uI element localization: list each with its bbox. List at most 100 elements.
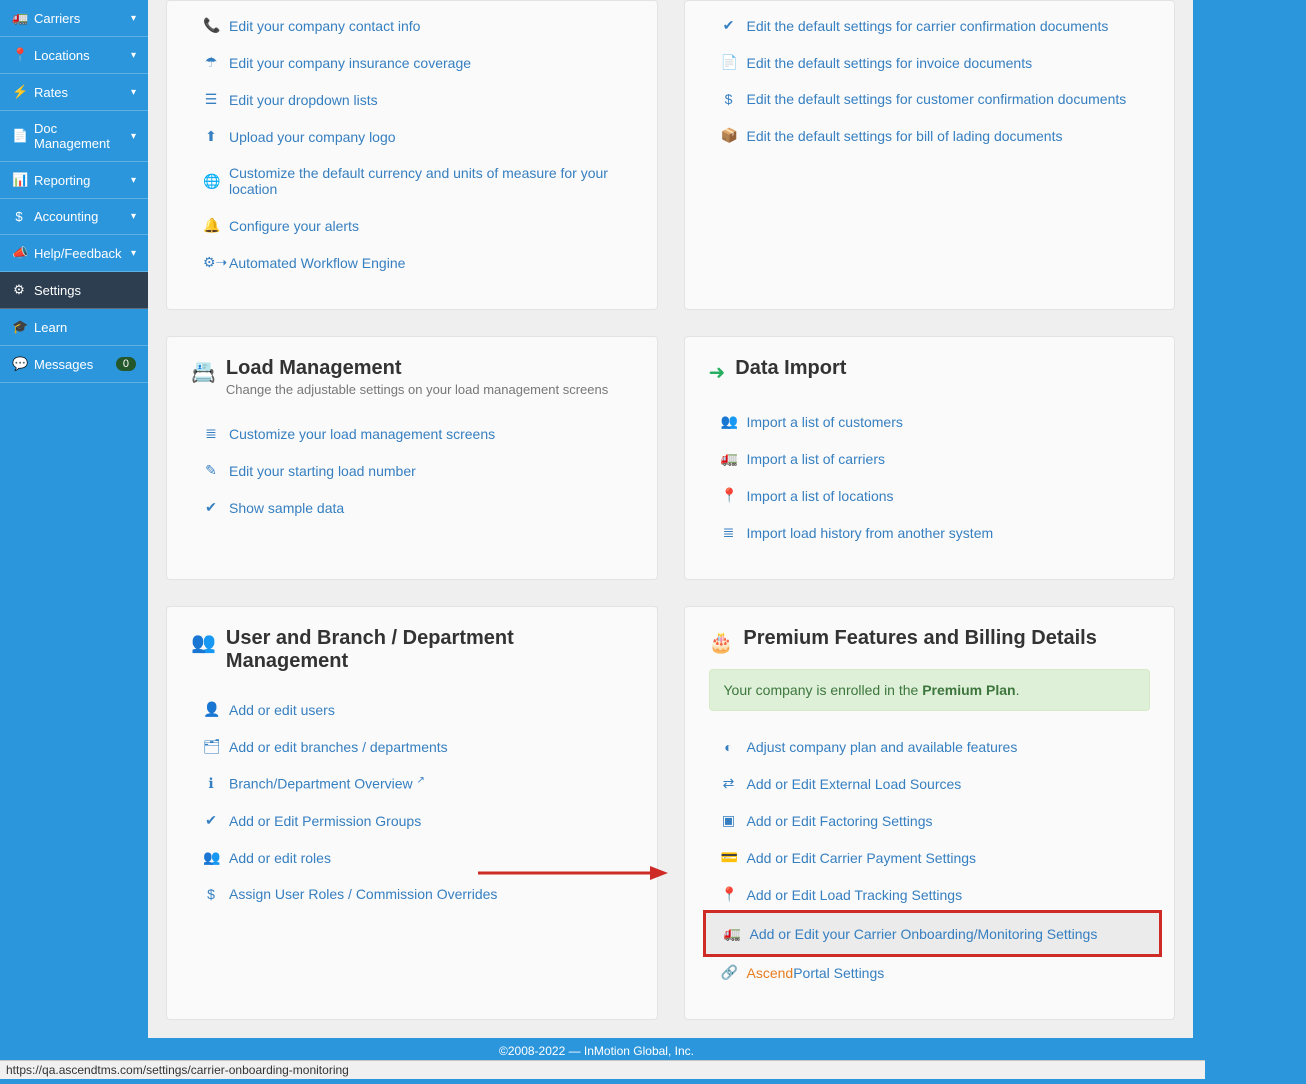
- link-add-edit-branches[interactable]: 🗂Add or edit branches / departments: [203, 728, 633, 765]
- statusbar-url: https://qa.ascendtms.com/settings/carrie…: [0, 1060, 1205, 1079]
- pin-icon: 📍: [721, 886, 737, 903]
- import-icon: ➜: [709, 360, 726, 385]
- sidebar-label: Accounting: [34, 209, 98, 224]
- list-icon: ☰: [203, 91, 219, 108]
- graduation-icon: 🎓: [12, 319, 26, 335]
- caret-down-icon: ▾: [131, 175, 136, 186]
- link-dropdown-lists[interactable]: ☰Edit your dropdown lists: [203, 81, 633, 118]
- caret-down-icon: ▾: [131, 248, 136, 259]
- caret-down-icon: ▾: [131, 13, 136, 24]
- sidebar-label: Help/Feedback: [34, 246, 121, 261]
- sidebar-item-accounting[interactable]: $ Accounting ▾: [0, 199, 148, 235]
- link-add-edit-roles[interactable]: 👥Add or edit roles: [203, 839, 633, 876]
- globe-icon: 🌐: [203, 173, 219, 190]
- sidebar: 🚛 Carriers ▾ 📍 Locations ▾ ⚡Rates ▾ 📄 Doc M…: [0, 0, 148, 1038]
- list-icon: ≣: [721, 524, 737, 541]
- panel-title: User and Branch / Department Management: [226, 627, 633, 673]
- card-icon: 📇: [191, 360, 216, 385]
- link-factoring-settings[interactable]: ▣Add or Edit Factoring Settings: [721, 802, 1151, 839]
- umbrella-icon: ☂: [203, 54, 219, 71]
- sidebar-item-learn[interactable]: 🎓Learn: [0, 309, 148, 346]
- panel-title: Load Management: [226, 357, 608, 380]
- link-external-load-sources[interactable]: ⇄Add or Edit External Load Sources: [721, 765, 1151, 802]
- panel-company: 📞Edit your company contact info ☂Edit yo…: [166, 0, 658, 310]
- link-import-carriers[interactable]: 🚛Import a list of carriers: [721, 440, 1151, 477]
- sidebar-item-settings[interactable]: ⚙Settings: [0, 272, 148, 309]
- link-workflow-engine[interactable]: ⚙➝Automated Workflow Engine: [203, 244, 633, 281]
- sidebar-item-carriers[interactable]: 🚛 Carriers ▾: [0, 0, 148, 37]
- link-load-tracking-settings[interactable]: 📍Add or Edit Load Tracking Settings: [721, 876, 1151, 913]
- doc-icon: 📄: [12, 128, 26, 144]
- caret-down-icon: ▾: [131, 131, 136, 142]
- exchange-icon: ⇄: [721, 775, 737, 792]
- link-permission-groups[interactable]: ✔Add or Edit Permission Groups: [203, 802, 633, 839]
- link-company-contact[interactable]: 📞Edit your company contact info: [203, 7, 633, 44]
- link-show-sample-data[interactable]: ✔Show sample data: [203, 489, 633, 526]
- link-company-insurance[interactable]: ☂Edit your company insurance coverage: [203, 44, 633, 81]
- users-icon: 👥: [191, 630, 216, 655]
- sidebar-label: Settings: [34, 283, 81, 298]
- link-starting-load-number[interactable]: ✎Edit your starting load number: [203, 452, 633, 489]
- link-customize-load-screens[interactable]: ≣Customize your load management screens: [203, 415, 633, 452]
- link-branch-overview[interactable]: ℹBranch/Department Overview ↗: [203, 765, 633, 802]
- panel-title: Premium Features and Billing Details: [743, 627, 1096, 650]
- link-add-edit-users[interactable]: 👤Add or edit users: [203, 691, 633, 728]
- link-import-load-history[interactable]: ≣Import load history from another system: [721, 514, 1151, 551]
- columns-icon: ≣: [203, 425, 219, 442]
- link-import-customers[interactable]: 👥Import a list of customers: [721, 403, 1151, 440]
- sidebar-label: Carriers: [34, 11, 80, 26]
- sidebar-item-doc-management[interactable]: 📄 Doc Management ▾: [0, 111, 148, 162]
- bell-icon: 🔔: [203, 217, 219, 234]
- link-bol-docs[interactable]: 📦Edit the default settings for bill of l…: [721, 117, 1151, 154]
- doc-icon: 📄: [721, 54, 737, 71]
- truck-icon: 🚛: [724, 925, 740, 942]
- sidebar-label: Locations: [34, 48, 90, 63]
- link-upload-logo[interactable]: ⬆Upload your company logo: [203, 118, 633, 155]
- link-carrier-onboarding-monitoring[interactable]: 🚛Add or Edit your Carrier Onboarding/Mon…: [703, 910, 1163, 957]
- megaphone-icon: 📣: [12, 245, 26, 261]
- check-circle-icon: ✔: [203, 499, 219, 516]
- panel-premium: 🎂 Premium Features and Billing Details Y…: [684, 606, 1176, 1020]
- link-import-locations[interactable]: 📍Import a list of locations: [721, 477, 1151, 514]
- link-adjust-plan[interactable]: ◐Adjust company plan and available featu…: [721, 729, 1151, 765]
- caret-down-icon: ▾: [131, 50, 136, 61]
- dollar-icon: $: [12, 209, 26, 224]
- check-icon: ✔: [721, 17, 737, 34]
- users-icon: 👥: [721, 413, 737, 430]
- panel-docs: ✔Edit the default settings for carrier c…: [684, 0, 1176, 310]
- sitemap-icon: 🗂: [203, 738, 219, 755]
- check-square-icon: ✔: [203, 812, 219, 829]
- link-carrier-payment-settings[interactable]: 💳Add or Edit Carrier Payment Settings: [721, 839, 1151, 876]
- sidebar-item-help-feedback[interactable]: 📣 Help/Feedback ▾: [0, 235, 148, 272]
- toggle-icon: ◐: [721, 739, 737, 755]
- link-assign-roles-commission[interactable]: $Assign User Roles / Commission Override…: [203, 876, 633, 912]
- chart-icon: 📊: [12, 172, 26, 188]
- sidebar-item-messages[interactable]: 💬Messages 0: [0, 346, 148, 383]
- panel-user-branch: 👥 User and Branch / Department Managemen…: [166, 606, 658, 1020]
- sidebar-item-locations[interactable]: 📍 Locations ▾: [0, 37, 148, 74]
- link-currency-units[interactable]: 🌐Customize the default currency and unit…: [203, 155, 633, 207]
- link-carrier-confirmation-docs[interactable]: ✔Edit the default settings for carrier c…: [721, 7, 1151, 44]
- link-customer-confirmation-docs[interactable]: $Edit the default settings for customer …: [721, 81, 1151, 117]
- sidebar-label: Messages: [34, 357, 93, 372]
- panel-title: Data Import: [735, 357, 846, 380]
- caret-down-icon: ▾: [131, 211, 136, 222]
- link-configure-alerts[interactable]: 🔔Configure your alerts: [203, 207, 633, 244]
- link-invoice-docs[interactable]: 📄Edit the default settings for invoice d…: [721, 44, 1151, 81]
- panel-load-management: 📇 Load Management Change the adjustable …: [166, 336, 658, 580]
- user-icon: 👤: [203, 701, 219, 718]
- workflow-icon: ⚙➝: [203, 254, 219, 271]
- phone-icon: 📞: [203, 17, 219, 34]
- link-ascendportal-settings[interactable]: 🔗AscendPortal Settings: [721, 954, 1151, 991]
- content-area: 📞Edit your company contact info ☂Edit yo…: [148, 0, 1193, 1038]
- pin-icon: 📍: [12, 47, 26, 63]
- bolt-icon: ⚡: [12, 84, 26, 100]
- caret-down-icon: ▾: [131, 87, 136, 98]
- sidebar-item-rates[interactable]: ⚡Rates ▾: [0, 74, 148, 111]
- sidebar-label: Doc Management: [34, 121, 131, 151]
- link-icon: 🔗: [721, 964, 737, 981]
- truck-icon: 🚛: [12, 10, 26, 26]
- credit-card-icon: 💳: [721, 849, 737, 866]
- dollar-icon: $: [721, 91, 737, 107]
- sidebar-item-reporting[interactable]: 📊Reporting ▾: [0, 162, 148, 199]
